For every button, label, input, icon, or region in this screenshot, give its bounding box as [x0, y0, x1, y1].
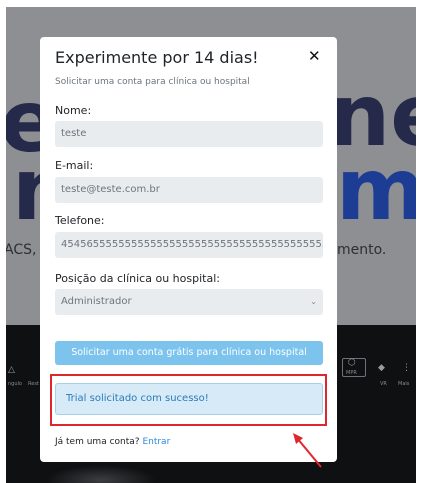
position-select[interactable]: Administrador ⌄: [55, 289, 323, 315]
toolbar-label: Rest: [28, 381, 39, 387]
toolbar-label: VR: [380, 381, 387, 387]
hero-fragment: m: [336, 140, 416, 240]
phone-field[interactable]: 4545655555555555555555555555555555555555…: [55, 232, 323, 258]
angle-icon: △: [8, 365, 15, 375]
position-select-value: Administrador: [61, 296, 132, 307]
cube-icon: ⬡: [348, 358, 356, 368]
toolbar-label: Mais: [398, 381, 410, 387]
chevron-down-icon: ⌄: [310, 297, 317, 306]
request-trial-button[interactable]: Solicitar uma conta grátis para clínica …: [55, 341, 323, 365]
annotation-highlight-box: [50, 374, 327, 426]
login-prompt: Já tem uma conta? Entrar: [55, 437, 170, 447]
hero-subtitle-fragment: ACS,: [6, 242, 37, 258]
viewer-image: [46, 465, 156, 483]
name-field[interactable]: teste: [55, 121, 323, 147]
annotation-arrow-icon: [293, 433, 322, 468]
hero-subtitle-fragment: mento.: [337, 242, 387, 258]
more-icon: ⋮: [402, 363, 411, 373]
vr-icon: ◆: [378, 363, 385, 373]
name-label: Nome:: [55, 104, 92, 117]
phone-label: Telefone:: [55, 214, 105, 227]
login-link[interactable]: Entrar: [142, 437, 170, 447]
email-label: E-mail:: [55, 159, 94, 172]
position-label: Posição da clínica ou hospital:: [55, 272, 220, 285]
toolbar-label: ngulo: [8, 381, 22, 387]
login-prompt-text: Já tem uma conta?: [55, 437, 140, 447]
close-icon[interactable]: ✕: [308, 49, 321, 64]
email-field[interactable]: teste@teste.com.br: [55, 177, 323, 203]
toolbar-label: MPR: [346, 370, 357, 376]
modal-title: Experimente por 14 dias!: [55, 48, 259, 67]
modal-subtitle: Solicitar uma conta para clínica ou hosp…: [55, 77, 250, 87]
